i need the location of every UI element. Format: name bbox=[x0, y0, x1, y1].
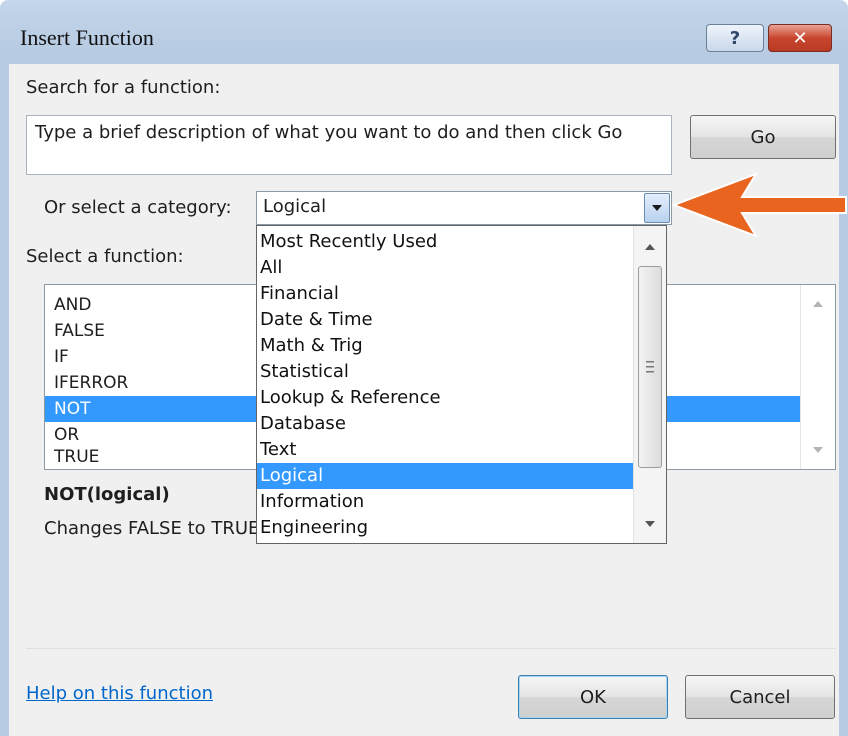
function-list-label: Select a function: bbox=[26, 246, 184, 267]
grip-icon bbox=[646, 361, 654, 373]
go-button-label: Go bbox=[750, 126, 776, 148]
category-option[interactable]: All bbox=[257, 255, 633, 281]
help-icon: ? bbox=[729, 27, 741, 49]
cancel-button-label: Cancel bbox=[729, 686, 791, 708]
scrollbar-thumb[interactable] bbox=[638, 266, 662, 468]
category-option[interactable]: Statistical bbox=[257, 359, 633, 385]
category-option[interactable]: Text bbox=[257, 437, 633, 463]
category-selected-value: Logical bbox=[263, 196, 327, 217]
category-option[interactable]: Math & Trig bbox=[257, 333, 633, 359]
category-option[interactable]: Database bbox=[257, 411, 633, 437]
scroll-arrows-icon bbox=[813, 301, 823, 453]
ok-button-label: OK bbox=[580, 686, 606, 708]
search-input[interactable]: Type a brief description of what you wan… bbox=[26, 115, 672, 175]
category-option[interactable]: Financial bbox=[257, 281, 633, 307]
search-label: Search for a function: bbox=[26, 77, 221, 98]
category-dropdown-list[interactable]: Most Recently Used All Financial Date & … bbox=[256, 225, 667, 544]
category-option[interactable]: Engineering bbox=[257, 515, 633, 541]
title-bar[interactable]: Insert Function ? ✕ bbox=[0, 0, 848, 64]
help-button[interactable]: ? bbox=[706, 24, 764, 52]
category-option[interactable]: Information bbox=[257, 489, 633, 515]
ok-button[interactable]: OK bbox=[518, 675, 668, 719]
category-select[interactable]: Logical bbox=[256, 191, 672, 225]
chevron-down-icon bbox=[652, 205, 662, 211]
category-option[interactable]: Most Recently Used bbox=[257, 229, 633, 255]
annotation-arrow-icon bbox=[671, 172, 847, 238]
category-option[interactable]: Lookup & Reference bbox=[257, 385, 633, 411]
category-option-selected[interactable]: Logical bbox=[257, 463, 633, 489]
dropdown-toggle-button[interactable] bbox=[644, 193, 670, 223]
function-list-scrollbar[interactable] bbox=[800, 285, 835, 469]
function-signature: NOT(logical) bbox=[44, 484, 170, 505]
dialog-title: Insert Function bbox=[20, 25, 154, 50]
close-icon: ✕ bbox=[792, 27, 808, 49]
divider bbox=[26, 648, 836, 649]
go-button[interactable]: Go bbox=[690, 115, 836, 159]
category-option[interactable]: Date & Time bbox=[257, 307, 633, 333]
category-label: Or select a category: bbox=[44, 197, 232, 218]
cancel-button[interactable]: Cancel bbox=[685, 675, 835, 719]
function-description: Changes FALSE to TRUE bbox=[44, 518, 260, 539]
category-dropdown-scrollbar[interactable] bbox=[633, 226, 666, 543]
help-on-function-link[interactable]: Help on this function bbox=[26, 683, 213, 704]
close-button[interactable]: ✕ bbox=[768, 24, 832, 52]
